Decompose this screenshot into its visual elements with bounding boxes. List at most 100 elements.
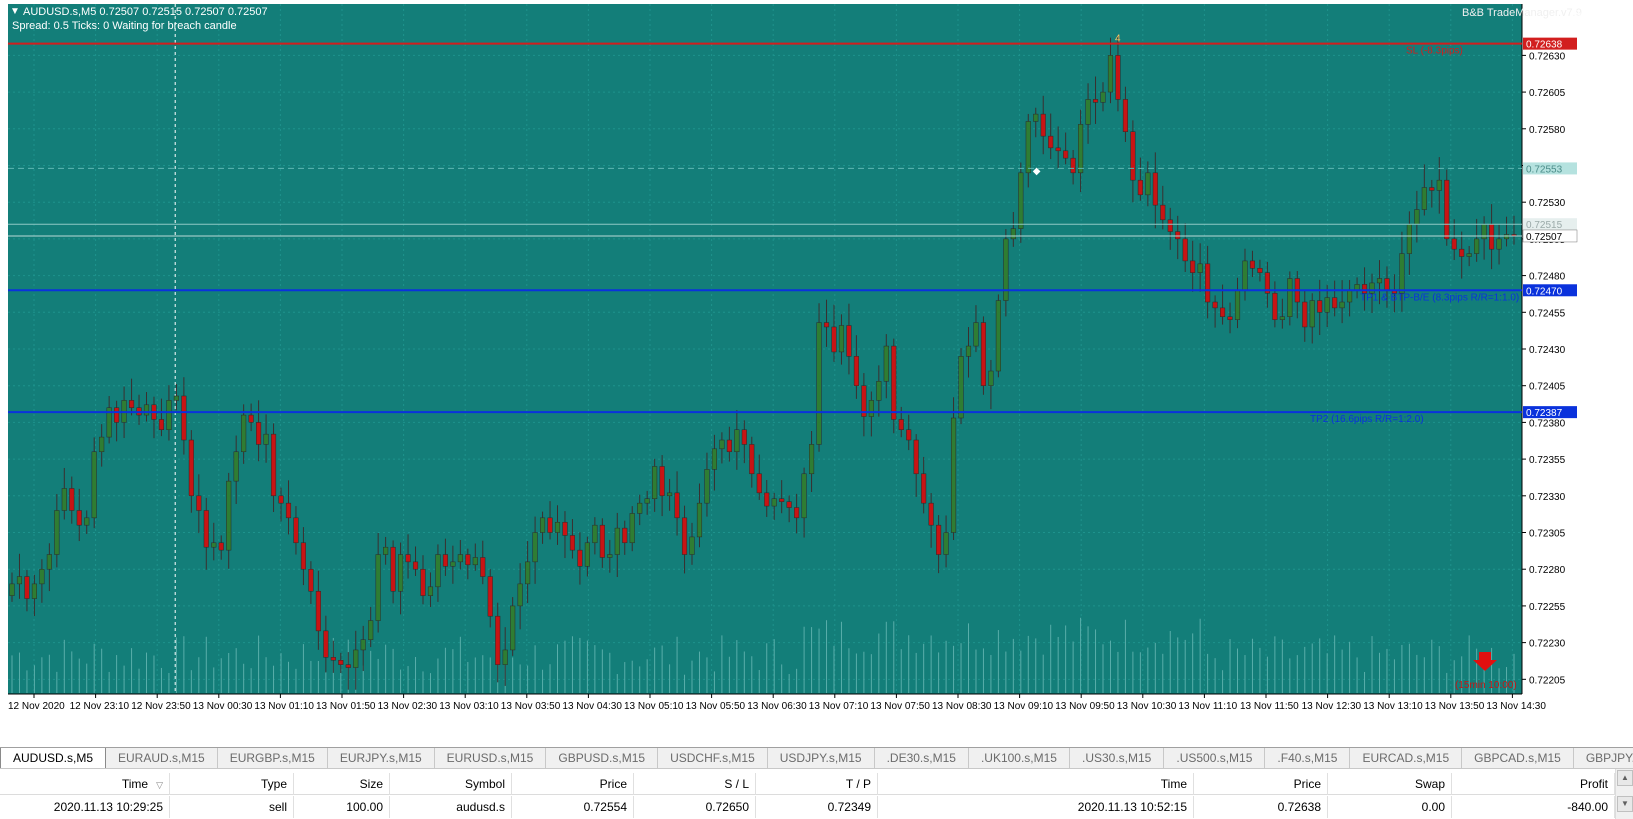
- candle-body: [1137, 179, 1143, 196]
- candle-body: [846, 325, 852, 357]
- y-tick-label: 0.72530: [1529, 198, 1566, 209]
- candle-body: [1025, 121, 1031, 174]
- candle-body: [569, 535, 576, 551]
- symbol-tab[interactable]: .UK100.s,M15: [969, 748, 1070, 768]
- symbol-tab[interactable]: AUDUSD.s,M5: [0, 748, 107, 768]
- y-tick-label: 0.72405: [1529, 382, 1566, 393]
- symbol-tab[interactable]: EURCAD.s,M15: [1350, 748, 1463, 768]
- candle-body: [652, 466, 658, 499]
- y-tick-label: 0.72630: [1529, 51, 1566, 62]
- column-header[interactable]: S / L: [634, 773, 756, 795]
- candle-body: [472, 557, 478, 566]
- candle-body: [1399, 253, 1405, 294]
- candle-body: [547, 517, 553, 533]
- symbol-tab[interactable]: EURUSD.s,M15: [435, 748, 547, 768]
- candle-body: [629, 513, 635, 544]
- x-tick-label: 13 Nov 08:30: [932, 701, 992, 712]
- column-header-label: S / L: [724, 777, 749, 791]
- column-header[interactable]: Swap: [1328, 773, 1452, 795]
- candle-body: [1406, 223, 1412, 254]
- symbol-tabs-bar: AUDUSD.s,M5 EURAUD.s,M15 EURGBP.s,M15 EURJP…: [0, 747, 1633, 769]
- candle-body: [338, 659, 344, 665]
- candle-body: [637, 502, 643, 514]
- symbol-tab[interactable]: .US30.s,M15: [1070, 748, 1165, 768]
- candle-body: [1421, 187, 1427, 210]
- candle-body: [173, 395, 179, 401]
- candle: [510, 597, 516, 656]
- column-header-label: Price: [599, 777, 627, 791]
- candle-body: [1444, 179, 1450, 240]
- column-header[interactable]: Price: [1194, 773, 1328, 795]
- symbol-tab[interactable]: GBPCAD.s,M15: [1462, 748, 1574, 768]
- candle-body: [308, 568, 314, 592]
- candle-body: [1175, 231, 1181, 240]
- candle-body: [315, 590, 321, 632]
- candle-body: [158, 419, 165, 430]
- symbol-tab[interactable]: .US500.s,M15: [1164, 748, 1266, 768]
- scroll-down-icon[interactable]: ▼: [1617, 796, 1633, 812]
- candle-body: [24, 576, 30, 599]
- candle-body: [412, 561, 419, 570]
- column-header[interactable]: Time ▽: [0, 773, 170, 795]
- candle-body: [375, 554, 381, 621]
- column-header[interactable]: Symbol: [390, 773, 512, 795]
- symbol-tab[interactable]: EURAUD.s,M15: [106, 748, 218, 768]
- candle-body: [674, 492, 680, 519]
- table-scrollbar[interactable]: ▲ ▼: [1615, 769, 1633, 819]
- x-tick-label: 13 Nov 11:10: [1178, 701, 1237, 712]
- symbol-tab[interactable]: GBPJPY.s,M15: [1574, 748, 1633, 768]
- column-header[interactable]: Time: [878, 773, 1194, 795]
- candle-body: [1033, 113, 1039, 122]
- table-cell: 0.00: [1328, 796, 1452, 818]
- candle-body: [1279, 316, 1285, 320]
- candle-body: [188, 439, 194, 497]
- candle-body: [943, 532, 949, 555]
- chart-menu-triangle-icon[interactable]: ▼: [10, 6, 20, 17]
- scroll-up-icon[interactable]: ▲: [1617, 770, 1633, 786]
- column-header[interactable]: T / P: [756, 773, 878, 795]
- smiley-icon[interactable]: ☺: [1571, 6, 1583, 20]
- trade-entry-marker-icon: ◆: [1033, 166, 1041, 177]
- column-header[interactable]: Type: [170, 773, 294, 795]
- symbol-tab[interactable]: EURGBP.s,M15: [218, 748, 328, 768]
- candle-body: [853, 356, 859, 386]
- symbol-tab[interactable]: GBPUSD.s,M15: [546, 748, 659, 768]
- candle-body: [1063, 150, 1069, 159]
- candle-body: [211, 542, 217, 548]
- candle: [891, 338, 897, 434]
- candle-body: [278, 495, 284, 504]
- candle-body: [383, 546, 389, 555]
- column-header[interactable]: Price: [512, 773, 634, 795]
- candle-body: [360, 639, 366, 651]
- table-cell: 0.72650: [634, 796, 756, 818]
- candle-body: [995, 300, 1001, 372]
- candle-body: [1040, 113, 1046, 137]
- price-chart[interactable]: 0.726300.726050.725800.725550.725300.725…: [0, 0, 1633, 747]
- candle-body: [898, 419, 904, 430]
- symbol-tab[interactable]: USDJPY.s,M15: [768, 748, 875, 768]
- symbol-tab[interactable]: .DE30.s,M15: [875, 748, 969, 768]
- candle: [816, 303, 822, 452]
- x-tick-label: 12 Nov 23:50: [131, 701, 191, 712]
- column-header[interactable]: Size: [294, 773, 390, 795]
- chart-window[interactable]: 0.726300.726050.725800.725550.725300.725…: [0, 0, 1633, 747]
- y-tick-label: 0.72480: [1529, 272, 1566, 283]
- candle-body: [442, 554, 448, 567]
- table-row[interactable]: 2020.11.13 10:29:25 sell 100.00 audusd.s 0.7…: [0, 796, 1615, 818]
- candle-body: [614, 527, 620, 555]
- symbol-tab[interactable]: USDCHF.s,M15: [658, 748, 768, 768]
- symbol-tab[interactable]: EURJPY.s,M15: [328, 748, 435, 768]
- sort-down-icon[interactable]: ▽: [156, 780, 163, 790]
- candle-body: [54, 510, 60, 555]
- candle-body: [196, 495, 202, 511]
- candle-body: [711, 448, 717, 470]
- candle-body: [1122, 99, 1128, 132]
- x-tick-label: 13 Nov 06:30: [747, 701, 807, 712]
- candle-body: [599, 524, 605, 558]
- candle-body: [61, 488, 67, 511]
- trade-close-marker-label: 4: [1115, 34, 1121, 45]
- column-header-label: Type: [260, 777, 287, 791]
- x-tick-label: 13 Nov 14:30: [1486, 701, 1546, 712]
- column-header[interactable]: Profit: [1452, 773, 1615, 795]
- symbol-tab[interactable]: .F40.s,M15: [1265, 748, 1351, 768]
